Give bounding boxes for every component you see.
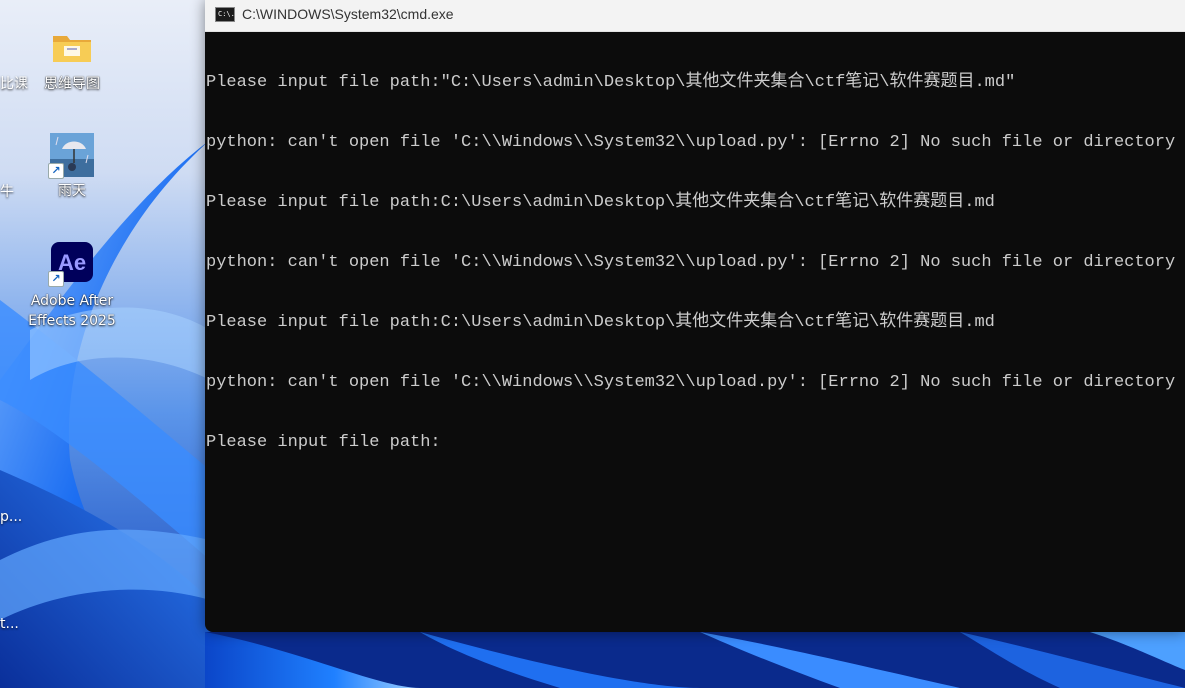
- rain-image-icon: ↗: [48, 133, 94, 179]
- window-title: C:\WINDOWS\System32\cmd.exe: [242, 6, 454, 22]
- console-line: python: can't open file 'C:\\Windows\\Sy…: [206, 253, 1176, 272]
- after-effects-icon: Ae ↗: [48, 241, 94, 287]
- desktop-icon-label: 思维导图: [44, 76, 100, 92]
- cmd-window[interactable]: C:\. C:\WINDOWS\System32\cmd.exe Please …: [205, 0, 1185, 632]
- console-line: Please input file path:"C:\Users\admin\D…: [206, 73, 1016, 92]
- console-line: python: can't open file 'C:\\Windows\\Sy…: [206, 373, 1176, 392]
- desktop-icon-label-line2: Effects 2025: [28, 313, 116, 329]
- desktop-icon-label: 雨天: [58, 183, 86, 199]
- desktop-icon-after-effects[interactable]: Ae ↗ Adobe After Effects 2025: [26, 241, 118, 331]
- shortcut-arrow-icon: ↗: [48, 271, 64, 287]
- console-line: Please input file path:C:\Users\admin\De…: [206, 313, 995, 332]
- console-line: python: can't open file 'C:\\Windows\\Sy…: [206, 133, 1176, 152]
- partial-icon-label[interactable]: 牛: [0, 182, 14, 202]
- console-output[interactable]: Please input file path:"C:\Users\admin\D…: [205, 32, 1185, 493]
- desktop-icon-mindmap[interactable]: 思维导图: [26, 26, 118, 94]
- partial-icon-label[interactable]: t...: [0, 614, 19, 634]
- desktop-icon-label: Adobe After Effects 2025: [26, 291, 118, 331]
- console-prompt-line[interactable]: Please input file path:: [206, 433, 1185, 453]
- partial-icon-label[interactable]: 比课: [0, 74, 28, 94]
- folder-icon: [50, 26, 94, 70]
- window-titlebar[interactable]: C:\. C:\WINDOWS\System32\cmd.exe: [205, 0, 1185, 32]
- desktop-icon-label-line1: Adobe After: [30, 293, 114, 309]
- cmd-app-icon: C:\.: [215, 7, 235, 22]
- shortcut-arrow-icon: ↗: [48, 163, 64, 179]
- console-line: Please input file path:C:\Users\admin\De…: [206, 193, 995, 212]
- desktop-icon-rain[interactable]: ↗ 雨天: [26, 133, 118, 201]
- partial-icon-label[interactable]: p...: [0, 507, 22, 527]
